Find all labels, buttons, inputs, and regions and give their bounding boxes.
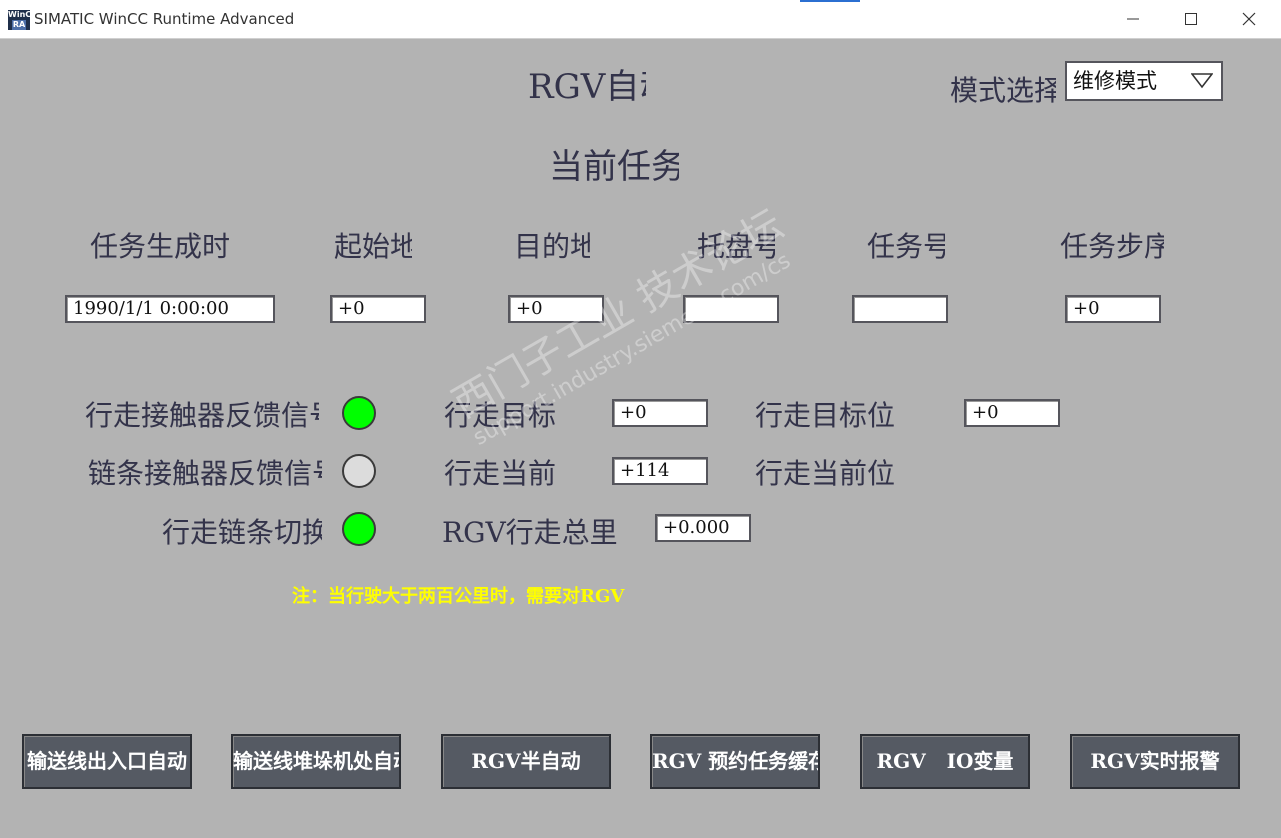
task-no-field[interactable] bbox=[852, 295, 948, 323]
task-step-field[interactable]: +0 bbox=[1065, 295, 1161, 323]
rgv-semi-auto-button[interactable]: RGV半自动 bbox=[441, 734, 611, 789]
walk-target-field[interactable]: +0 bbox=[612, 399, 708, 427]
walk-target-pos-label: 行走目标位 bbox=[755, 399, 896, 432]
conveyor-entry-auto-button[interactable]: 输送线出入口自动 bbox=[22, 734, 192, 789]
col-header-start: 起始地 bbox=[334, 230, 412, 263]
minimize-icon bbox=[1127, 18, 1139, 20]
titlebar-accent bbox=[800, 0, 860, 2]
current-task-label: 当前任务 bbox=[549, 147, 679, 187]
walk-chain-switch-label: 行走链条切换 bbox=[162, 516, 322, 549]
col-header-task-no: 任务号 bbox=[867, 230, 945, 263]
walk-current-field[interactable]: +114 bbox=[612, 457, 708, 485]
window-titlebar: WinC RA SIMATIC WinCC Runtime Advanced bbox=[0, 0, 1281, 39]
walk-current-label: 行走当前 bbox=[444, 457, 557, 490]
rgv-task-cache-button[interactable]: RGV 预约任务缓存 bbox=[650, 734, 820, 789]
start-location-field[interactable]: +0 bbox=[330, 295, 426, 323]
chevron-down-icon bbox=[1191, 73, 1213, 89]
walk-chain-switch-indicator bbox=[342, 512, 376, 546]
rgv-realtime-alarm-button[interactable]: RGV实时报警 bbox=[1070, 734, 1240, 789]
walk-target-label: 行走目标 bbox=[444, 399, 557, 432]
app-icon-text-top: WinC bbox=[8, 10, 30, 19]
mode-select-value: 维修模式 bbox=[1073, 69, 1157, 93]
minimize-button[interactable] bbox=[1113, 6, 1153, 32]
rgv-io-variables-button[interactable]: RGV IO变量 bbox=[860, 734, 1030, 789]
total-distance-label: RGV行走总里程 bbox=[442, 516, 618, 549]
chain-contactor-indicator bbox=[342, 454, 376, 488]
page-title: RGV自动 bbox=[528, 67, 646, 107]
col-header-step: 任务步序 bbox=[1060, 230, 1164, 263]
maximize-icon bbox=[1185, 13, 1197, 25]
window-title: SIMATIC WinCC Runtime Advanced bbox=[34, 10, 295, 28]
col-header-dest: 目的地 bbox=[514, 230, 590, 263]
walk-target-pos-field[interactable]: +0 bbox=[964, 399, 1060, 427]
chain-contactor-label: 链条接触器反馈信号 bbox=[88, 457, 322, 490]
maintenance-note: 注：当行驶大于两百公里时，需要对RGV bbox=[292, 586, 625, 607]
close-button[interactable] bbox=[1229, 6, 1269, 32]
walk-contactor-label: 行走接触器反馈信号 bbox=[85, 399, 319, 432]
hmi-screen: RGV自动 模式选择 维修模式 当前任务 任务生成时 起始地 目的地 托盘号 任… bbox=[0, 39, 1281, 838]
app-icon: WinC RA bbox=[8, 10, 30, 30]
app-icon-text-bottom: RA bbox=[12, 20, 26, 30]
total-distance-field[interactable]: +0.000 bbox=[655, 514, 751, 542]
mode-select[interactable]: 维修模式 bbox=[1065, 61, 1223, 101]
task-time-field[interactable]: 1990/1/1 0:00:00 bbox=[65, 295, 275, 323]
mode-select-label: 模式选择 bbox=[950, 74, 1056, 107]
close-icon bbox=[1242, 12, 1256, 26]
pallet-no-field[interactable] bbox=[683, 295, 779, 323]
conveyor-stacker-auto-button[interactable]: 输送线堆垛机处自动 bbox=[231, 734, 401, 789]
maximize-button[interactable] bbox=[1171, 6, 1211, 32]
walk-contactor-indicator bbox=[342, 396, 376, 430]
col-header-pallet: 托盘号 bbox=[697, 230, 775, 263]
walk-current-pos-label: 行走当前位 bbox=[755, 457, 896, 490]
dest-location-field[interactable]: +0 bbox=[508, 295, 604, 323]
col-header-time: 任务生成时 bbox=[90, 230, 231, 263]
